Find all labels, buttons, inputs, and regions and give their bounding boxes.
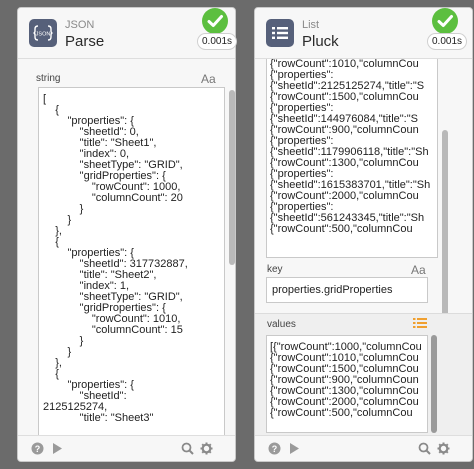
- card-footer: ?: [255, 435, 472, 461]
- svg-text:?: ?: [272, 444, 278, 454]
- svg-text:JSON: JSON: [36, 32, 51, 38]
- search-icon[interactable]: [418, 442, 431, 455]
- key-field-label: key: [267, 264, 283, 275]
- timing-badge: 0.001s: [428, 34, 467, 49]
- json-string-text: [ { "properties": { "sheetId": 0, "title…: [43, 93, 188, 424]
- success-check-icon: [432, 8, 458, 34]
- pluck-output-text: {"rowCount":1010,"columnCou {"properties…: [270, 59, 431, 235]
- help-icon[interactable]: ?: [268, 442, 281, 455]
- svg-text:?: ?: [35, 444, 41, 454]
- help-icon[interactable]: ?: [31, 442, 44, 455]
- card-footer: ?: [18, 435, 235, 461]
- node-title: Pluck: [302, 33, 339, 50]
- list-output-icon[interactable]: [413, 317, 427, 329]
- success-check-icon: [202, 8, 228, 34]
- node-title: Parse: [65, 33, 105, 50]
- node-category: JSON: [65, 19, 95, 31]
- list-icon: [266, 19, 294, 47]
- gear-icon[interactable]: [437, 442, 450, 455]
- gear-icon[interactable]: [200, 442, 213, 455]
- json-icon: JSON: [29, 19, 57, 47]
- list-pluck-card[interactable]: List Pluck {"rowCount":1010,"columnCou {…: [254, 7, 473, 462]
- values-output-text: [{"rowCount":1000,"columnCou {"rowCount"…: [270, 341, 422, 419]
- text-format-icon[interactable]: Aa: [411, 263, 426, 277]
- scrollbar[interactable]: [229, 90, 235, 265]
- timing-badge: 0.001s: [198, 34, 237, 49]
- string-field-label: string: [36, 73, 61, 84]
- json-parse-card[interactable]: JSON JSON Parse string Aa [ { "propertie…: [17, 7, 236, 462]
- pluck-output-box[interactable]: {"rowCount":1010,"columnCou {"properties…: [266, 59, 438, 258]
- key-input-value: properties.gridProperties: [272, 284, 393, 296]
- scrollbar[interactable]: [442, 130, 448, 320]
- text-format-icon[interactable]: Aa: [201, 72, 216, 86]
- values-field-label: values: [267, 319, 296, 330]
- key-input[interactable]: properties.gridProperties: [266, 277, 428, 303]
- play-icon[interactable]: [51, 442, 63, 455]
- play-icon[interactable]: [288, 442, 300, 455]
- values-scrollbar[interactable]: [431, 335, 437, 433]
- search-icon[interactable]: [181, 442, 194, 455]
- string-output-box[interactable]: [ { "properties": { "sheetId": 0, "title…: [38, 87, 225, 443]
- values-output-box[interactable]: [{"rowCount":1000,"columnCou {"rowCount"…: [266, 335, 428, 433]
- node-category: List: [302, 19, 320, 31]
